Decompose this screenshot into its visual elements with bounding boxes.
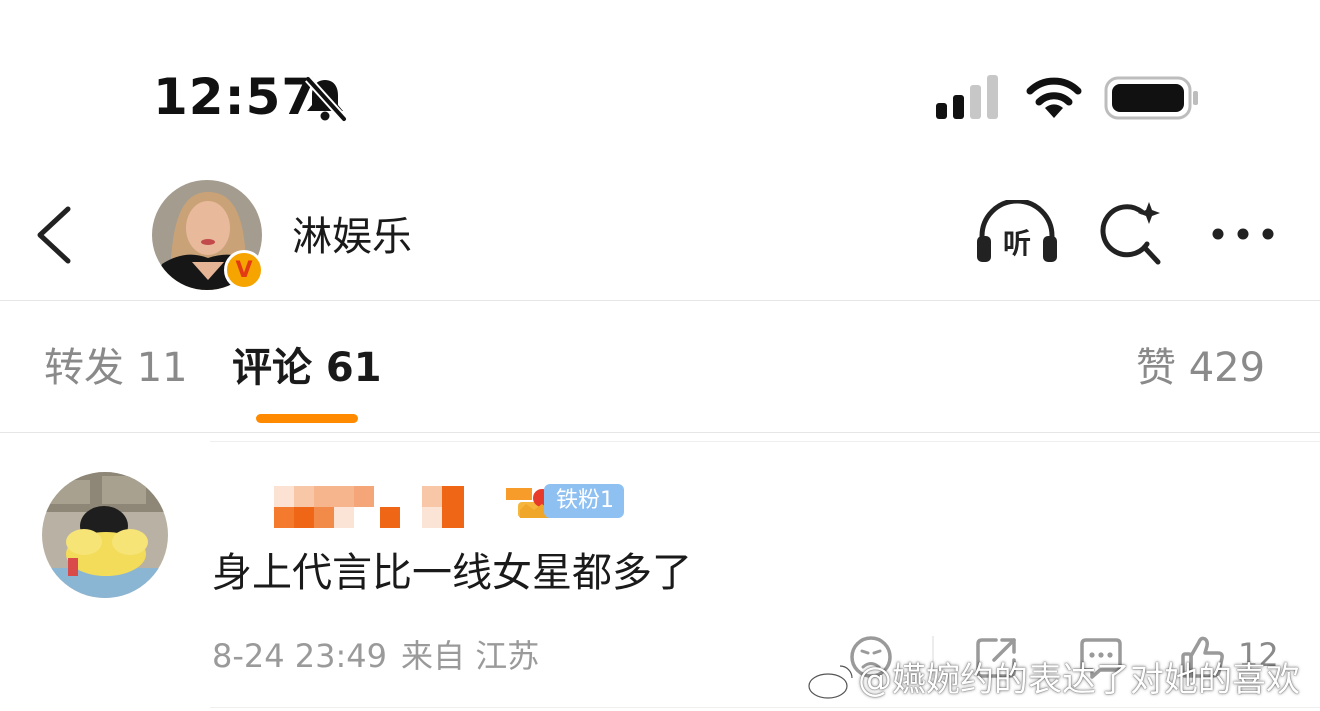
more-button[interactable] [1208, 224, 1278, 248]
account-name[interactable]: 淋娱乐 [292, 212, 412, 262]
comment-text: 身上代言比一线女星都多了 [212, 550, 692, 596]
battery-icon [1104, 76, 1200, 124]
comment-date: 8-24 23:49 [212, 637, 388, 675]
header-divider [0, 300, 1320, 301]
bell-slash-icon [302, 74, 348, 126]
account-avatar[interactable]: V [152, 180, 264, 290]
tab-repost[interactable]: 转发 11 [44, 342, 188, 394]
status-time: 12:57 [153, 68, 318, 126]
verified-badge: V [224, 250, 264, 290]
wifi-icon [1024, 74, 1084, 122]
comment-meta: 8-24 23:49 来自 江苏 [212, 635, 553, 677]
tabs-divider [0, 432, 1320, 433]
cellular-signal-icon [936, 75, 1004, 123]
tab-like[interactable]: 赞 429 [1136, 342, 1265, 394]
listen-label: 听 [1003, 227, 1031, 260]
tab-comment[interactable]: 评论 61 [232, 342, 382, 394]
weibo-logo-icon [806, 662, 856, 704]
more-horizontal-icon [1212, 228, 1274, 240]
comment-location: 来自 江苏 [401, 637, 540, 675]
commenter-avatar[interactable] [42, 472, 168, 598]
listen-button[interactable]: 听 [974, 198, 1060, 270]
back-button[interactable] [34, 205, 74, 269]
fan-level-badge: 铁粉1 [544, 484, 624, 518]
ai-search-icon[interactable] [1098, 200, 1164, 272]
comment-top-divider [210, 441, 1320, 442]
chevron-left-icon [37, 206, 71, 264]
tab-active-indicator [256, 414, 358, 423]
commenter-name-redacted[interactable] [274, 486, 470, 532]
watermark: @嬿婉约的表达了对她的喜欢 [858, 660, 1300, 700]
comment-bottom-divider [210, 707, 1320, 708]
